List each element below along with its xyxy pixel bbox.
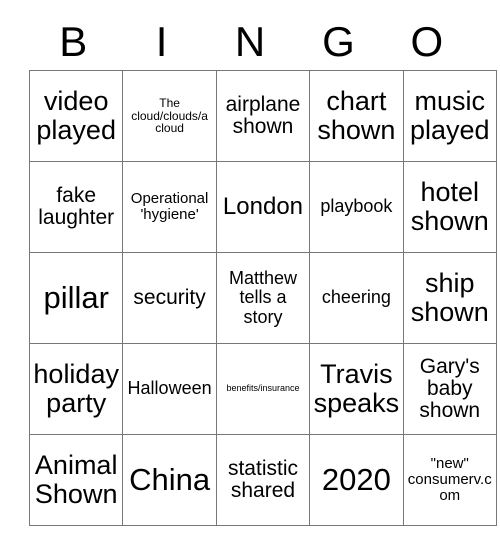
bingo-header-letter-i: I [155, 18, 168, 65]
bingo-cell[interactable]: China [122, 434, 217, 526]
bingo-row: fake laughter Operational 'hygiene' Lond… [28, 161, 497, 253]
bingo-cell-label: airplane shown [225, 92, 301, 138]
bingo-cell-label: video played [36, 86, 116, 145]
bingo-header-letter-g: G [322, 18, 355, 65]
bingo-cell[interactable]: Animal Shown [28, 434, 124, 526]
bingo-cell[interactable]: hotel shown [402, 161, 497, 253]
bingo-cell[interactable]: airplane shown [215, 70, 311, 162]
bingo-card: B I N G O video played The cloud/clouds/… [28, 14, 497, 526]
bingo-cell[interactable]: benefits/insurance [215, 343, 311, 435]
bingo-row: holiday party Halloween benefits/insuran… [28, 343, 497, 435]
bingo-cell-label: hotel shown [410, 177, 489, 236]
bingo-cell[interactable]: The cloud/clouds/a cloud [122, 70, 217, 162]
bingo-cell-label: pillar [43, 279, 109, 315]
bingo-cell-label: music played [409, 86, 490, 145]
bingo-header-letter-n: N [234, 18, 266, 65]
bingo-cell[interactable]: London [215, 161, 311, 253]
bingo-cell-label: holiday party [33, 359, 119, 418]
bingo-cell-label: Travis speaks [313, 359, 400, 418]
bingo-cell[interactable]: statistic shared [215, 434, 311, 526]
bingo-cell-label: Halloween [127, 378, 212, 399]
bingo-cell-label: London [222, 193, 304, 221]
bingo-cell-label: statistic shared [227, 456, 298, 502]
bingo-header-row: B I N G O [29, 14, 471, 70]
bingo-cell[interactable]: fake laughter [28, 161, 124, 253]
bingo-cell-label: ship shown [410, 268, 489, 327]
bingo-cell-label: "new" consumerv.com [407, 455, 492, 504]
bingo-cell-label: playbook [320, 196, 393, 217]
bingo-row: pillar security Matthew tells a story ch… [28, 252, 497, 344]
bingo-cell-label: benefits/insurance [226, 383, 300, 394]
bingo-cell-label: The cloud/clouds/a cloud [131, 95, 208, 136]
bingo-cell-label: cheering [321, 287, 391, 308]
bingo-cell-label: Operational 'hygiene' [130, 190, 209, 223]
bingo-cell-label: Matthew tells a story [228, 268, 297, 327]
bingo-row: Animal Shown China statistic shared 2020… [28, 434, 497, 526]
bingo-grid: video played The cloud/clouds/a cloud ai… [28, 70, 497, 526]
bingo-cell[interactable]: ship shown [402, 252, 497, 344]
bingo-cell-label: chart shown [317, 86, 396, 145]
bingo-cell[interactable]: video played [28, 70, 124, 162]
bingo-cell[interactable]: playbook [309, 161, 404, 253]
bingo-cell-label: security [133, 285, 206, 309]
bingo-cell[interactable]: Travis speaks [309, 343, 404, 435]
bingo-row: video played The cloud/clouds/a cloud ai… [28, 70, 497, 162]
bingo-cell[interactable]: Matthew tells a story [215, 252, 311, 344]
bingo-header-letter-b: B [59, 18, 88, 65]
bingo-cell[interactable]: "new" consumerv.com [402, 434, 497, 526]
bingo-cell[interactable]: cheering [309, 252, 404, 344]
bingo-cell[interactable]: chart shown [309, 70, 404, 162]
bingo-cell-label: 2020 [321, 461, 391, 497]
bingo-cell-label: Animal Shown [34, 450, 118, 509]
bingo-cell[interactable]: holiday party [28, 343, 124, 435]
bingo-cell[interactable]: 2020 [309, 434, 404, 526]
bingo-cell[interactable]: Operational 'hygiene' [122, 161, 217, 253]
bingo-cell[interactable]: security [122, 252, 217, 344]
bingo-header-letter-o: O [410, 18, 444, 65]
bingo-cell[interactable]: music played [402, 70, 497, 162]
bingo-cell-label: China [129, 461, 211, 497]
bingo-cell[interactable]: Gary's baby shown [402, 343, 497, 435]
bingo-cell-label: fake laughter [38, 183, 115, 229]
bingo-cell[interactable]: Halloween [122, 343, 217, 435]
bingo-cell[interactable]: pillar [28, 252, 124, 344]
bingo-cell-label: Gary's baby shown [419, 354, 481, 423]
